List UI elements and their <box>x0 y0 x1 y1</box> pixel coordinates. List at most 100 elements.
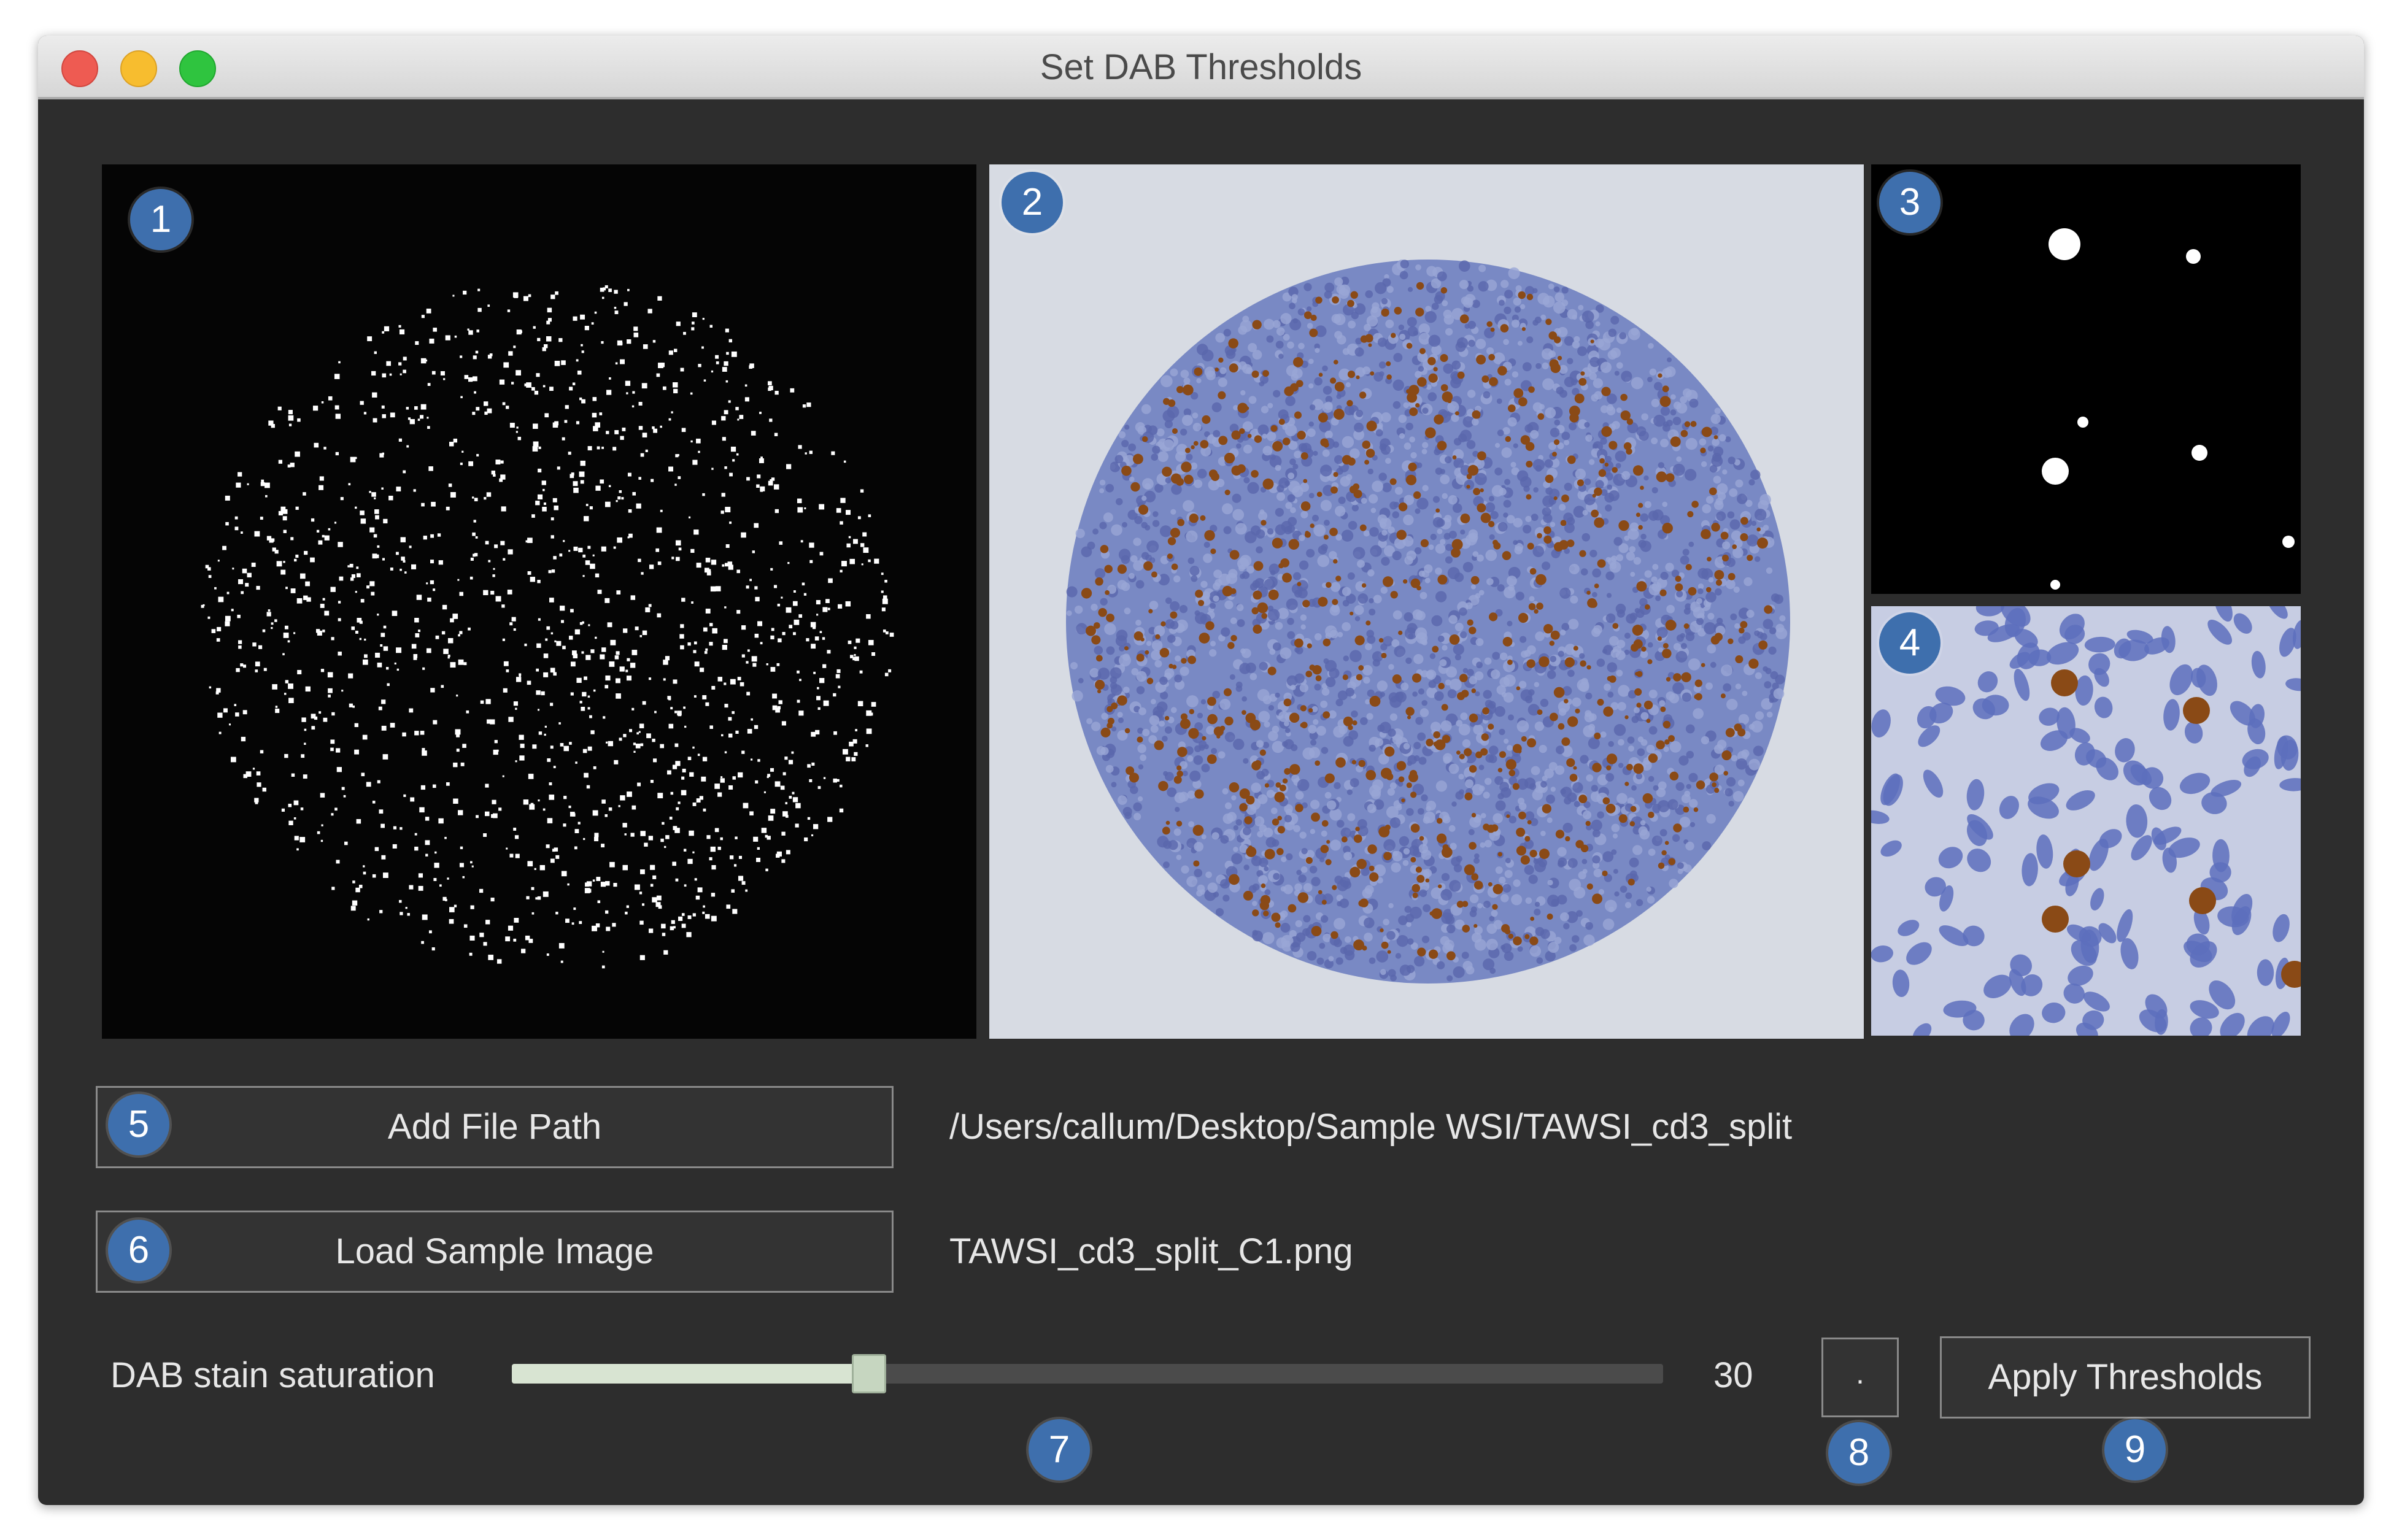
mask-dot <box>351 626 355 630</box>
dab-speck <box>1126 766 1135 776</box>
mask-dot <box>304 550 308 555</box>
mask-dot <box>450 492 456 498</box>
load-sample-image-button[interactable]: Load Sample Image <box>96 1211 894 1293</box>
nucleus-speck <box>1302 928 1310 936</box>
mask-dot <box>653 758 657 763</box>
slider-handle[interactable] <box>851 1354 886 1393</box>
nucleus-speck <box>1287 341 1294 349</box>
mask-dot <box>724 410 728 415</box>
dab-speck <box>1407 715 1411 720</box>
dab-speck <box>1136 653 1145 662</box>
mask-dot <box>614 290 618 294</box>
mask-dot <box>797 507 803 513</box>
mask-dot <box>735 407 739 410</box>
nucleus-speck <box>1314 633 1322 641</box>
mask-dot <box>415 633 420 637</box>
mask-dot <box>459 631 463 634</box>
nucleus-speck <box>1361 498 1367 504</box>
nucleus <box>1923 769 1944 798</box>
mask-dot <box>705 609 711 614</box>
nucleus-speck <box>1560 788 1566 795</box>
dab-speck <box>1480 512 1491 523</box>
mask-dot <box>452 614 458 619</box>
nucleus-speck <box>1626 614 1636 624</box>
nucleus-speck <box>1530 429 1539 439</box>
dab-speck <box>1635 672 1639 676</box>
dab-speck <box>1527 738 1537 748</box>
mask-dot <box>885 631 889 634</box>
mask-dot <box>475 350 479 354</box>
dab-speck <box>1416 282 1424 290</box>
nucleus-speck <box>1459 280 1469 290</box>
nucleus-speck <box>1369 957 1376 964</box>
mask-dot <box>882 598 888 604</box>
mask-dot <box>645 449 648 452</box>
mask-dot <box>403 356 407 361</box>
mask-dot <box>331 637 334 641</box>
dab-speck <box>1223 688 1232 696</box>
mask-dot <box>395 552 399 555</box>
mask-dot <box>493 568 495 570</box>
nucleus-speck <box>1557 895 1567 905</box>
nucleus-speck <box>1385 319 1394 328</box>
nucleus-speck <box>1648 342 1654 349</box>
small-dot-button[interactable]: . <box>1821 1338 1899 1417</box>
nucleus-speck <box>1713 500 1724 510</box>
nucleus-speck <box>1550 428 1560 437</box>
nucleus-speck <box>1329 551 1337 560</box>
dab-saturation-slider[interactable] <box>512 1354 1663 1393</box>
mask-dot <box>263 668 267 671</box>
dab-speck <box>1326 840 1330 844</box>
nucleus-speck <box>1511 319 1520 328</box>
nucleus-speck <box>1408 633 1414 639</box>
dab-speck <box>1604 462 1609 467</box>
mask-dot <box>236 668 240 672</box>
mask-dot <box>580 480 584 484</box>
mask-dot <box>673 348 678 352</box>
nucleus-speck <box>1163 861 1170 868</box>
dab-speck <box>1659 589 1667 596</box>
add-file-path-button[interactable]: Add File Path <box>96 1086 894 1168</box>
mask-dot <box>725 507 731 513</box>
mask-dot <box>652 875 657 879</box>
mask-dot <box>641 572 644 575</box>
nucleus-speck <box>1226 349 1236 360</box>
dab-speck <box>1229 363 1238 373</box>
nucleus-speck <box>1605 504 1612 512</box>
nucleus-speck <box>1194 610 1200 616</box>
dab-speck <box>1681 672 1691 682</box>
mask-dot <box>294 558 297 562</box>
dab-speck <box>1264 783 1270 788</box>
nucleus <box>2009 1014 2034 1036</box>
mask-dot <box>404 571 407 574</box>
nucleus <box>2163 699 2180 731</box>
mask-dot <box>355 506 357 509</box>
mask-dot <box>579 397 582 401</box>
title-bar[interactable]: Set DAB Thresholds <box>38 36 2364 99</box>
nucleus-speck <box>1283 334 1290 341</box>
mask-dot <box>738 855 743 859</box>
nucleus-speck <box>1461 952 1469 960</box>
dab-speck <box>1434 414 1444 425</box>
nucleus-speck <box>1275 341 1284 349</box>
nucleus-speck <box>1100 598 1108 606</box>
mask-dot <box>662 933 666 936</box>
nucleus-speck <box>1413 653 1424 664</box>
nucleus-speck <box>1336 394 1342 399</box>
dab-speck <box>1183 384 1194 396</box>
nucleus-speck <box>1211 832 1219 840</box>
mask-dot <box>563 745 569 752</box>
nucleus-speck <box>1475 638 1484 647</box>
dab-speck <box>1459 674 1468 682</box>
nucleus-speck <box>1440 474 1450 485</box>
nucleus-speck <box>1447 689 1457 699</box>
mask-dot <box>705 914 710 919</box>
mask-dot <box>508 351 513 356</box>
nucleus-speck <box>1133 812 1141 821</box>
apply-thresholds-button[interactable]: Apply Thresholds <box>1940 1336 2311 1419</box>
mask-dot <box>538 799 540 802</box>
nucleus-speck <box>1484 657 1492 665</box>
mask-dot <box>358 885 363 888</box>
nucleus-speck <box>1595 321 1601 327</box>
mask-dot <box>778 700 782 704</box>
